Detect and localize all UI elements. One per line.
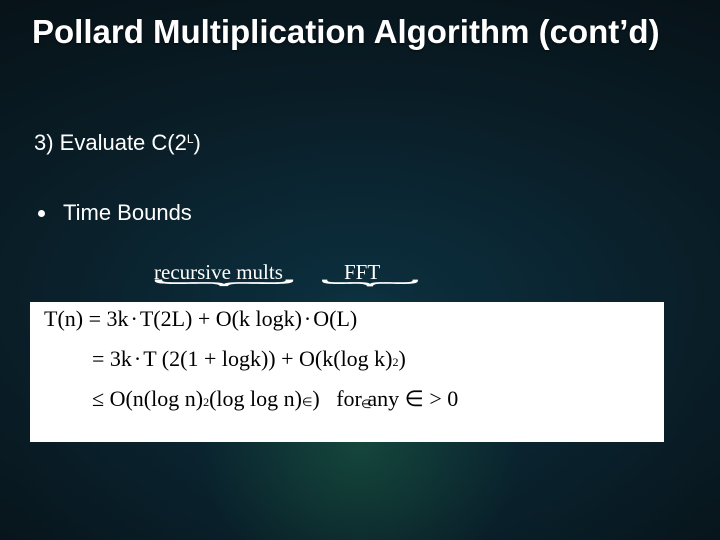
math-l3-le: ≤ O(n(log n) <box>92 388 203 410</box>
math-l1-mid: T(2L) + O(k logk) <box>140 308 302 330</box>
slide: Pollard Multiplication Algorithm (cont’d… <box>0 0 720 540</box>
math-l3-forany: for any ∈ > 0 <box>320 388 459 410</box>
math-l2-eq: = 3k <box>92 348 132 370</box>
math-l2-dot: · <box>132 348 143 370</box>
math-l1-lhs: T(n) = 3k <box>44 308 129 330</box>
math-l2-a: T (2(1 + logk)) + O(k(log k) <box>143 348 392 370</box>
math-l3-expE: ∈ <box>302 396 312 408</box>
math-l3-close: ) <box>312 388 319 410</box>
math-line-3: ≤ O(n(log n)2(log log n)∈) for any ∈ > 0 <box>44 388 650 410</box>
step-3-prefix: 3) Evaluate C(2 <box>34 130 187 155</box>
bullet-time-bounds: Time Bounds <box>38 200 192 226</box>
math-l1-dot2: · <box>302 308 313 330</box>
math-l1-dot1: · <box>129 308 140 330</box>
math-l2-b: ) <box>399 348 406 370</box>
bullet-dot-icon <box>38 210 45 217</box>
math-epsilon-overlay: ∈ <box>361 397 371 412</box>
slide-title: Pollard Multiplication Algorithm (cont’d… <box>32 14 688 51</box>
math-l1-tail: O(L) <box>313 308 357 330</box>
bullet-label: Time Bounds <box>63 200 192 226</box>
step-3-superscript: L <box>187 132 194 146</box>
math-l3-mid: (log log n) <box>209 388 302 410</box>
math-line-1: T(n) = 3k·T(2L) + O(k logk)·O(L) <box>44 308 650 330</box>
math-panel: T(n) = 3k·T(2L) + O(k logk)·O(L) = 3k·T … <box>30 302 664 442</box>
math-line-2: = 3k·T (2(1 + logk)) + O(k(log k)2) <box>44 348 650 370</box>
step-3-suffix: ) <box>194 130 201 155</box>
step-3: 3) Evaluate C(2L) <box>34 130 201 156</box>
